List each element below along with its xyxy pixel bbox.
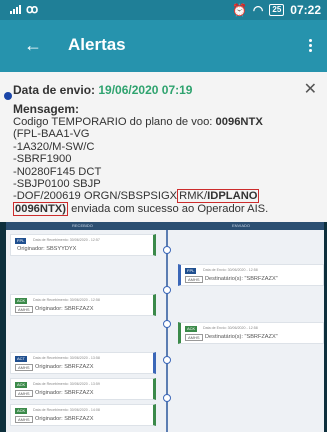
status-bar: ꝏ ⏰ ◠ 25 07:22 — [0, 0, 327, 20]
highlight-box-2: 0096NTX) — [13, 201, 68, 216]
wifi-icon: ◠ — [252, 3, 264, 17]
timeline-event[interactable]: FPL Data de Envio: 30/06/2020 - 12:58 AM… — [178, 264, 324, 286]
status-icons: ⏰ ◠ 25 07:22 — [232, 3, 321, 17]
message-body: Codigo TEMPORARIO do plano de voo: 0096N… — [13, 116, 325, 216]
event-badge: AMHS — [185, 276, 203, 283]
alarm-icon: ⏰ — [231, 3, 247, 17]
date-row: Data de envio: 19/06/2020 07:19 — [13, 83, 192, 97]
event-badge: AMHS — [185, 334, 203, 341]
highlight-box: RMK/IDPLANO — [177, 189, 260, 204]
event-tag: ACK — [185, 326, 198, 332]
message-lines: (FPL-BAA1-VG -1A320/M-SW/C -SBRF1900 -N0… — [13, 128, 102, 191]
event-badge: AMHS — [15, 364, 33, 371]
event-badge: AMHS — [15, 390, 33, 397]
message-timeline: RECEBIDO ENVIADO FPL Data de Recebimento… — [6, 222, 324, 432]
message-line1: Codigo TEMPORARIO do plano de voo: — [13, 116, 216, 128]
highlight-idplano: IDPLANO — [207, 190, 258, 203]
message-last: -DOF/200619 ORGN/SBSPSIGX — [13, 190, 178, 203]
event-date: Data de Envio: 30/06/2020 - 12:58 — [203, 268, 258, 272]
page-title: Alertas — [68, 35, 126, 54]
event-text: Destinatário(s): "SBRFZAZX" — [205, 276, 278, 282]
event-tag: FPL — [185, 268, 197, 274]
arrow-left-icon[interactable]: ← — [24, 35, 42, 55]
highlight-rmk: RMK/ — [179, 190, 208, 203]
signal-icon — [10, 5, 21, 14]
timeline-node — [163, 356, 171, 364]
event-text: Originador: SBRFZAZX — [35, 416, 94, 422]
alert-card[interactable]: Data de envio: 19/06/2020 07:19 ✕ Mensag… — [0, 72, 327, 222]
event-tag: ACK — [15, 298, 28, 304]
timeline-event[interactable]: ACT Data de Recebimento: 30/06/2020 - 13… — [10, 352, 156, 374]
event-badge: AMHS — [15, 306, 33, 313]
clock: 07:22 — [290, 3, 321, 17]
event-tag: FPL — [15, 238, 27, 244]
battery-icon: 25 — [269, 4, 285, 16]
message-suffix: enviada com sucesso ao Operador AIS. — [68, 202, 269, 215]
event-date: Data de Recebimento: 30/06/2020 - 12:58 — [33, 298, 100, 302]
timeline-event[interactable]: ACK Data de Envio: 30/06/2020 - 12:58 AM… — [178, 322, 324, 344]
event-date: Data de Recebimento: 30/06/2020 - 13:59 — [33, 382, 100, 386]
timeline-event[interactable]: ACK Data de Recebimento: 30/06/2020 - 12… — [10, 294, 156, 316]
timeline-event[interactable]: FPL Data de Recebimento: 30/06/2020 - 12… — [10, 234, 156, 256]
event-tag: ACK — [15, 382, 28, 388]
timeline-node — [163, 286, 171, 294]
date-value: 19/06/2020 07:19 — [98, 83, 193, 97]
event-text: Originador: SBRFZAZX — [35, 390, 94, 396]
timeline-header: RECEBIDO ENVIADO — [6, 222, 324, 230]
event-text: Originador: SBRFZAZX — [35, 364, 94, 370]
event-tag: ACK — [15, 408, 28, 414]
event-text: Originador: SBSYYDYX — [17, 246, 77, 252]
event-text: Destinatário(s): "SBRFZAZX" — [205, 334, 278, 340]
timeline-event[interactable]: ACK Data de Recebimento: 30/06/2020 - 13… — [10, 378, 156, 400]
timeline-node — [163, 320, 171, 328]
plan-code: 0096NTX — [215, 116, 263, 128]
event-tag: ACT — [15, 356, 27, 362]
voicemail-icon: ꝏ — [26, 2, 39, 16]
header-sent: ENVIADO — [232, 223, 251, 228]
event-date: Data de Recebimento: 30/06/2020 - 13:58 — [33, 356, 100, 360]
highlight-code: 0096NTX) — [15, 202, 66, 215]
more-vert-icon[interactable] — [307, 35, 313, 55]
event-date: Data de Envio: 30/06/2020 - 12:58 — [203, 326, 258, 330]
screen: ꝏ ⏰ ◠ 25 07:22 ← Alertas Data de envio: … — [0, 0, 327, 432]
timeline-event[interactable]: ACK Data de Recebimento: 30/06/2020 - 14… — [10, 404, 156, 426]
event-badge: AMHS — [15, 416, 33, 423]
timeline-node — [163, 394, 171, 402]
event-text: Originador: SBRFZAZX — [35, 306, 94, 312]
close-icon[interactable]: ✕ — [304, 82, 317, 98]
header-received: RECEBIDO — [72, 223, 93, 228]
message-label: Mensagem: — [13, 102, 80, 116]
app-bar: ← Alertas — [0, 20, 327, 72]
date-label: Data de envio: — [13, 83, 96, 97]
timeline-node — [163, 246, 171, 254]
event-date: Data de Recebimento: 30/06/2020 - 14:08 — [33, 408, 100, 412]
event-date: Data de Recebimento: 30/06/2020 - 12:57 — [33, 238, 100, 242]
unread-indicator — [4, 92, 12, 100]
